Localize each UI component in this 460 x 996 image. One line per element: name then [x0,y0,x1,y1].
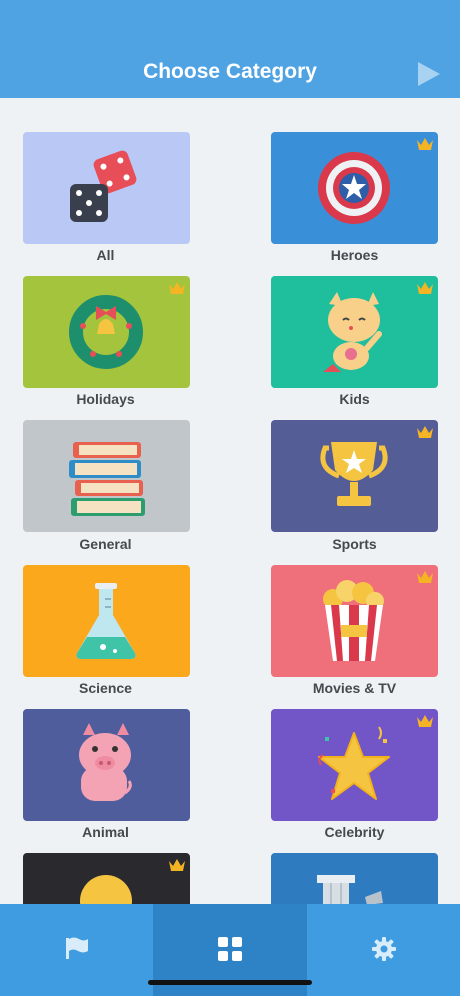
trophy-icon [320,442,388,506]
category-card-holidays[interactable] [23,276,190,388]
crown-icon [417,715,433,727]
column-icon [317,875,383,904]
category-label: Sports [332,536,377,552]
cat-hero-icon [323,292,382,372]
category-label: Celebrity [324,824,385,840]
flask-icon [76,583,136,659]
category-label: Science [79,680,132,696]
category-label: Movies & TV [312,680,397,696]
flag-icon [65,937,88,959]
category-card-history[interactable] [271,853,438,904]
dice-icon [70,150,137,222]
popcorn-icon [323,580,384,661]
category-card-movies-tv[interactable] [271,565,438,677]
category-card-celebrity[interactable] [271,709,438,821]
lightbulb-icon [80,875,132,904]
books-icon [69,442,145,516]
wreath-icon [69,295,143,369]
pig-icon [79,723,132,801]
category-card-all[interactable] [23,132,190,244]
grid-icon [218,937,242,961]
crown-icon [169,282,185,294]
category-label: General [79,536,132,552]
play-triangle-icon[interactable] [414,60,442,88]
category-card-kids[interactable] [271,276,438,388]
category-card-animal[interactable] [23,709,190,821]
category-card-science[interactable] [23,565,190,677]
page-title: Choose Category [143,60,317,83]
star-icon [318,726,390,800]
category-label: Kids [339,391,370,407]
header-bar: Choose Category [0,0,460,98]
home-indicator [148,980,312,985]
captain-shield-icon [318,152,390,224]
category-label: Heroes [330,247,379,263]
tab-settings[interactable] [307,904,460,996]
category-card-general[interactable] [23,420,190,532]
category-card-sports[interactable] [271,420,438,532]
crown-icon [417,138,433,150]
crown-icon [169,859,185,871]
category-label: Holidays [76,391,135,407]
crown-icon [417,282,433,294]
gear-icon [371,937,396,961]
crown-icon [417,426,433,438]
category-label: All [96,247,115,263]
category-card-heroes[interactable] [271,132,438,244]
crown-icon [417,571,433,583]
category-grid: All Heroes Holidays Kids General Sports … [0,130,460,904]
category-label: Animal [82,824,129,840]
tab-flag[interactable] [0,904,153,996]
category-card-ideas[interactable] [23,853,190,904]
